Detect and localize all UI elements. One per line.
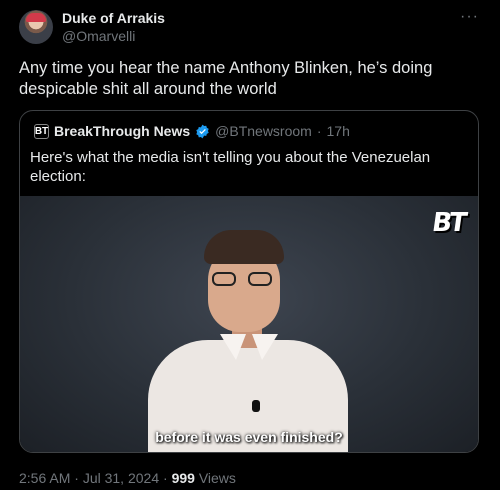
tweet-meta: 2:56 AM · Jul 31, 2024 · 999 Views xyxy=(19,470,236,486)
tweet-text: Any time you hear the name Anthony Blink… xyxy=(19,59,433,98)
author-name[interactable]: Duke of Arrakis xyxy=(62,10,165,26)
author-avatar[interactable] xyxy=(19,10,53,44)
quoted-tweet-header: BT BreakThrough News @BTnewsroom · 17h xyxy=(34,123,350,139)
quoted-tweet-text: Here's what the media isn't telling you … xyxy=(30,149,431,185)
quoted-avatar[interactable]: BT xyxy=(34,123,49,139)
quoted-tweet-card[interactable]: BT BreakThrough News @BTnewsroom · 17h H… xyxy=(19,110,479,453)
tweet-time[interactable]: 2:56 AM xyxy=(19,470,70,486)
separator-dot: · xyxy=(316,123,322,139)
bt-watermark: BT xyxy=(430,208,466,238)
meta-separator: · xyxy=(74,470,79,486)
quoted-author-name[interactable]: BreakThrough News xyxy=(54,123,190,139)
views-label: Views xyxy=(198,470,236,486)
author-handle[interactable]: @Omarvelli xyxy=(62,28,135,44)
meta-separator: · xyxy=(163,470,168,486)
more-horizontal-icon[interactable]: ··· xyxy=(460,8,479,26)
video-frame-person xyxy=(148,230,348,452)
video-caption: before it was even finished? xyxy=(155,429,343,445)
views-count: 999 xyxy=(171,470,195,486)
tweet-date[interactable]: Jul 31, 2024 xyxy=(83,470,159,486)
verified-badge-icon xyxy=(196,124,209,138)
video-player[interactable]: BT before it was even finished? xyxy=(20,196,478,452)
quoted-author-handle[interactable]: @BTnewsroom xyxy=(215,123,312,139)
avatar-hat xyxy=(26,13,46,22)
quoted-time[interactable]: 17h xyxy=(327,123,350,139)
